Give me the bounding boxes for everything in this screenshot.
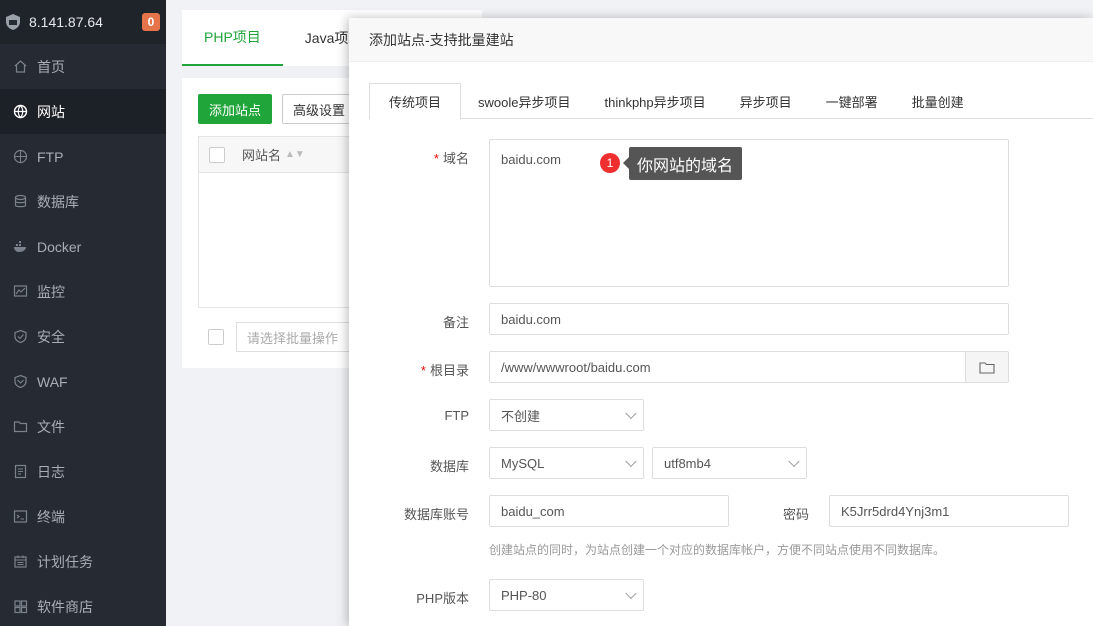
sidebar-item-label: 安全 — [37, 328, 65, 345]
sidebar: 8.141.87.64 0 首页网站 FTP 数据库 Docker 监控安全 WAF 文件日… — [0, 0, 166, 626]
root-dir-input[interactable]: /www/wwwroot/baidu.com — [489, 351, 1009, 383]
tab-one-click-deploy[interactable]: 一键部署 — [809, 83, 895, 119]
globe-icon — [12, 104, 28, 120]
sidebar-item-label: 计划任务 — [37, 553, 93, 570]
sidebar-header: 8.141.87.64 0 — [0, 0, 166, 44]
sidebar-item-3[interactable]: 数据库 — [0, 179, 166, 224]
docker-icon — [12, 239, 28, 255]
sidebar-item-8[interactable]: 文件 — [0, 404, 166, 449]
browse-folder-button[interactable] — [965, 352, 1008, 382]
sidebar-item-label: 终端 — [37, 508, 65, 525]
sidebar-item-label: WAF — [37, 373, 68, 390]
sidebar-item-0[interactable]: 首页 — [0, 44, 166, 89]
column-site-name[interactable]: 网站名 — [242, 145, 281, 164]
waf-shield-icon — [12, 374, 28, 390]
modal-title: 添加站点-支持批量建站 — [349, 18, 1093, 62]
database-type-select[interactable]: MySQL — [489, 447, 644, 479]
add-site-modal: 添加站点-支持批量建站 传统项目 swoole异步项目 thinkphp异步项目… — [349, 18, 1093, 626]
modal-tabs: 传统项目 swoole异步项目 thinkphp异步项目 异步项目 一键部署 批… — [369, 83, 1093, 120]
tab-traditional[interactable]: 传统项目 — [369, 83, 462, 120]
calendar-icon — [12, 554, 28, 570]
folder-icon — [979, 361, 995, 374]
chevron-down-icon — [625, 587, 637, 600]
shield-icon — [12, 329, 28, 345]
remark-label: 备注 — [442, 315, 469, 330]
sidebar-item-label: 文件 — [37, 418, 65, 435]
sidebar-item-6[interactable]: 安全 — [0, 314, 166, 359]
sidebar-item-2[interactable]: FTP — [0, 134, 166, 179]
domain-label: * 域名 — [433, 151, 469, 166]
sort-icon[interactable]: ▲▼ — [285, 149, 305, 160]
sidebar-item-12[interactable]: 软件商店 — [0, 584, 166, 626]
root-dir-label: * 根目录 — [420, 363, 469, 378]
db-password-input[interactable]: K5Jrr5drd4Ynj3m1 — [829, 495, 1069, 527]
logo-shield-icon — [6, 14, 20, 30]
add-site-button[interactable]: 添加站点 — [198, 94, 272, 124]
database-type-value: MySQL — [501, 455, 545, 471]
sidebar-item-label: 软件商店 — [37, 598, 93, 615]
php-version-value: PHP-80 — [501, 587, 547, 603]
php-version-select[interactable]: PHP-80 — [489, 579, 644, 611]
server-ip: 8.141.87.64 — [29, 14, 103, 30]
root-dir-value: /www/wwwroot/baidu.com — [501, 359, 651, 375]
batch-checkbox[interactable] — [208, 329, 224, 345]
ftp-select-value: 不创建 — [501, 408, 541, 424]
sidebar-item-label: 网站 — [37, 103, 65, 120]
select-all-checkbox[interactable] — [209, 146, 225, 163]
tab-thinkphp[interactable]: thinkphp异步项目 — [587, 83, 722, 119]
sidebar-item-5[interactable]: 监控 — [0, 269, 166, 314]
store-icon — [12, 599, 28, 615]
monitor-icon — [12, 284, 28, 300]
sidebar-item-11[interactable]: 计划任务 — [0, 539, 166, 584]
sidebar-item-label: Docker — [37, 238, 82, 255]
notification-badge[interactable]: 0 — [142, 13, 160, 31]
chevron-down-icon — [788, 455, 800, 468]
tooltip-marker: 1 — [600, 153, 620, 173]
tab-swoole[interactable]: swoole异步项目 — [461, 83, 587, 119]
sidebar-item-label: 数据库 — [37, 193, 79, 210]
ftp-icon — [12, 149, 28, 165]
db-password-label: 密码 — [782, 507, 809, 522]
charset-select[interactable]: utf8mb4 — [652, 447, 807, 479]
sidebar-item-label: 日志 — [37, 463, 65, 480]
sidebar-item-label: FTP — [37, 148, 64, 165]
chevron-down-icon — [625, 455, 637, 468]
sidebar-item-7[interactable]: WAF — [0, 359, 166, 404]
charset-value: utf8mb4 — [664, 455, 711, 471]
remark-input[interactable]: baidu.com — [489, 303, 1009, 335]
database-label: 数据库 — [429, 459, 469, 474]
sidebar-item-1[interactable]: 网站 — [0, 89, 166, 134]
tab-php-project[interactable]: PHP项目 — [182, 10, 283, 66]
tab-batch-create[interactable]: 批量创建 — [895, 83, 981, 119]
chevron-down-icon — [625, 407, 637, 420]
ftp-select[interactable]: 不创建 — [489, 399, 644, 431]
folder-icon — [12, 419, 28, 435]
terminal-icon — [12, 509, 28, 525]
domain-tooltip: 你网站的域名 — [622, 147, 743, 180]
tab-async[interactable]: 异步项目 — [723, 83, 809, 119]
database-icon — [12, 194, 28, 210]
php-version-label: PHP版本 — [416, 591, 469, 606]
log-icon — [12, 464, 28, 480]
sidebar-item-4[interactable]: Docker — [0, 224, 166, 269]
home-icon — [12, 59, 28, 75]
db-account-input[interactable]: baidu_com — [489, 495, 729, 527]
db-account-label: 数据库账号 — [403, 507, 469, 522]
batch-operation-select[interactable]: 请选择批量操作 — [236, 322, 356, 352]
sidebar-item-label: 监控 — [37, 283, 65, 300]
domain-textarea[interactable]: baidu.com — [489, 139, 1009, 287]
sidebar-item-10[interactable]: 终端 — [0, 494, 166, 539]
db-hint: 创建站点的同时，为站点创建一个对应的数据库帐户，方便不同站点使用不同数据库。 — [489, 543, 946, 557]
sidebar-item-label: 首页 — [37, 58, 65, 75]
advanced-settings-button[interactable]: 高级设置 — [282, 94, 356, 124]
sidebar-item-9[interactable]: 日志 — [0, 449, 166, 494]
ftp-label: FTP — [444, 408, 469, 423]
